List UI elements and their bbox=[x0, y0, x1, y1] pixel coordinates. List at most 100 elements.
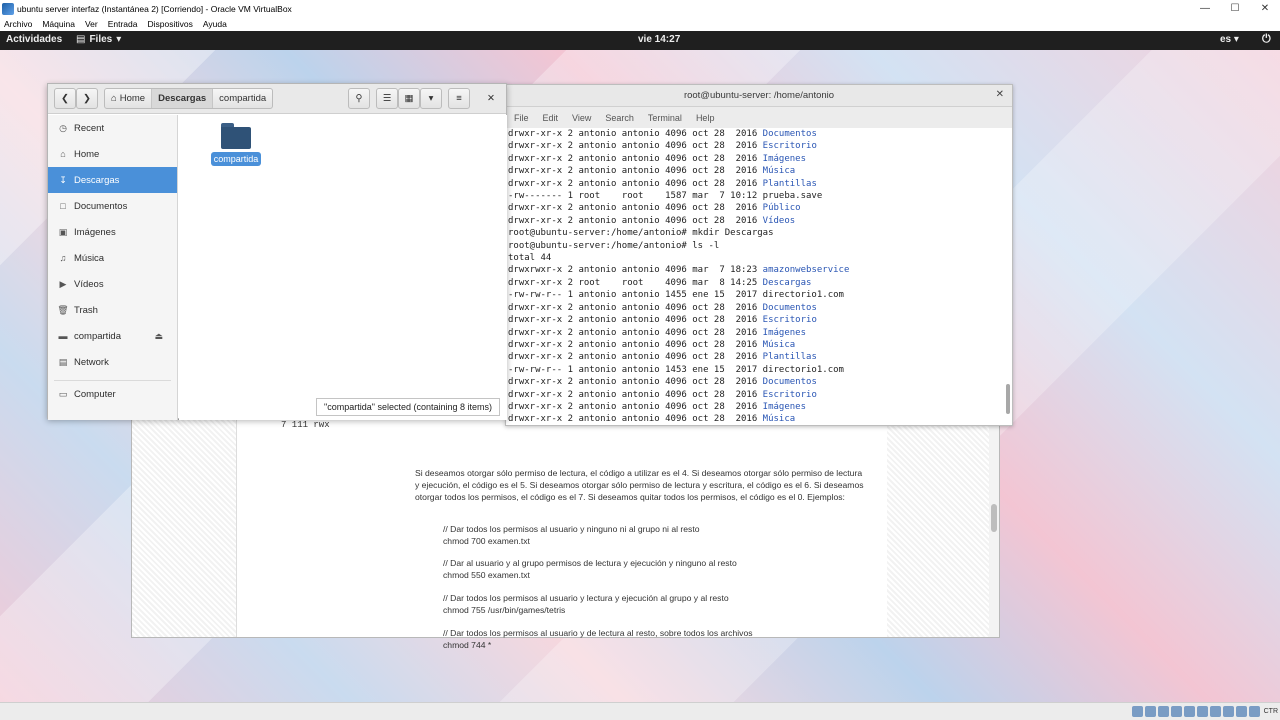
terminal-dir-name: Público bbox=[762, 203, 801, 214]
breadcrumb-compartida[interactable]: compartida bbox=[213, 89, 272, 108]
terminal-line-text: drwxr-xr-x 2 antonio antonio 4096 oct 28… bbox=[508, 352, 763, 363]
menu-terminal[interactable]: Terminal bbox=[648, 113, 682, 123]
document-icon: □ bbox=[60, 201, 66, 211]
files-headerbar: ❮ ❯ ⌂ Home Descargas compartida ⚲ ☰ ▦ ▾ ≡… bbox=[48, 84, 506, 114]
terminal-line: drwxr-xr-x 2 antonio antonio 4096 oct 28… bbox=[508, 389, 1000, 401]
home-icon: ⌂ bbox=[60, 149, 66, 159]
activities-button[interactable]: Actividades bbox=[6, 34, 62, 45]
back-button[interactable]: ❮ bbox=[54, 88, 76, 109]
close-icon[interactable]: ✕ bbox=[1250, 0, 1280, 17]
terminal-line-text: drwxr-xr-x 2 antonio antonio 4096 oct 28… bbox=[508, 401, 763, 412]
files-app-icon: ▤ bbox=[76, 34, 86, 45]
terminal-line: drwxr-xr-x 2 antonio antonio 4096 oct 28… bbox=[508, 128, 1000, 140]
chevron-down-icon: ▾ bbox=[116, 34, 122, 45]
terminal-scroll-thumb[interactable] bbox=[1006, 384, 1010, 414]
sidebar-item-trash[interactable]: 🗑 Trash bbox=[48, 297, 177, 323]
sidebar-item-documentos[interactable]: □ Documentos bbox=[48, 193, 177, 219]
menu-maquina[interactable]: Máquina bbox=[42, 19, 75, 29]
audio-icon[interactable] bbox=[1157, 706, 1169, 717]
sidebar-item-imagenes[interactable]: ▣ Imágenes bbox=[48, 219, 177, 245]
menu-file[interactable]: File bbox=[514, 113, 529, 123]
grid-view-button[interactable]: ▦ bbox=[398, 88, 420, 109]
terminal-line: drwxr-xr-x 2 antonio antonio 4096 oct 28… bbox=[508, 413, 1000, 425]
maximize-icon[interactable]: ☐ bbox=[1220, 0, 1250, 17]
sidebar-item-musica[interactable]: ♫ Música bbox=[48, 245, 177, 271]
list-view-button[interactable]: ☰ bbox=[376, 88, 398, 109]
files-content-area[interactable]: compartida "compartida" selected (contai… bbox=[179, 115, 507, 420]
minimize-icon[interactable]: — bbox=[1190, 0, 1220, 17]
mouse-integration-icon[interactable] bbox=[1248, 706, 1260, 717]
sidebar-item-descargas[interactable]: ↧ Descargas bbox=[48, 167, 177, 193]
menu-view[interactable]: View bbox=[572, 113, 591, 123]
terminal-dir-name: Imágenes bbox=[762, 327, 807, 338]
document-scroll-thumb[interactable] bbox=[991, 504, 997, 532]
terminal-dir-name: Escritorio bbox=[762, 141, 817, 152]
breadcrumb-descargas[interactable]: Descargas bbox=[152, 89, 214, 108]
terminal-line-text: -rw-rw-r-- 1 antonio antonio 1455 ene 15… bbox=[508, 290, 844, 301]
sidebar-item-label: Vídeos bbox=[74, 278, 104, 290]
terminal-line: drwxr-xr-x 2 antonio antonio 4096 oct 28… bbox=[508, 314, 1000, 326]
terminal-output[interactable]: drwxr-xr-x 2 antonio antonio 4096 oct 28… bbox=[508, 128, 1000, 426]
menu-dispositivos[interactable]: Dispositivos bbox=[148, 19, 193, 29]
search-icon: ⚲ bbox=[355, 93, 363, 104]
menu-ver[interactable]: Ver bbox=[85, 19, 98, 29]
sidebar-item-compartida[interactable]: ▬ compartida ⏏ bbox=[48, 323, 177, 349]
eject-icon[interactable]: ⏏ bbox=[154, 331, 163, 342]
sidebar-item-label: Imágenes bbox=[74, 226, 116, 238]
search-button[interactable]: ⚲ bbox=[348, 88, 370, 109]
example-block: // Dar al usuario y al grupo permisos de… bbox=[443, 557, 737, 581]
files-sidebar: ◷ Recent ⌂ Home ↧ Descargas □ Documentos ▣ Im… bbox=[48, 115, 178, 420]
close-icon[interactable]: ✕ bbox=[996, 89, 1004, 100]
sidebar-item-recent[interactable]: ◷ Recent bbox=[48, 115, 177, 141]
terminal-scrollbar[interactable] bbox=[1004, 130, 1010, 424]
menu-ayuda[interactable]: Ayuda bbox=[203, 19, 227, 29]
gnome-topbar: Actividades ▤ Files ▾ vie 14:27 es ▾ ⏻ bbox=[0, 31, 1280, 50]
terminal-line: drwxr-xr-x 2 root root 4096 mar 8 14:25 … bbox=[508, 277, 1000, 289]
guest-desktop: Actividades ▤ Files ▾ vie 14:27 es ▾ ⏻ 7… bbox=[0, 31, 1280, 702]
terminal-titlebar: root@ubuntu-server: /home/antonio ✕ bbox=[506, 85, 1012, 107]
terminal-line: drwxr-xr-x 2 antonio antonio 4096 oct 28… bbox=[508, 153, 1000, 165]
example-command: chmod 550 examen.txt bbox=[443, 570, 530, 580]
sidebar-item-computer[interactable]: ▭ Computer bbox=[48, 381, 177, 407]
folder-item[interactable]: compartida bbox=[207, 123, 265, 167]
terminal-line-text: drwxr-xr-x 2 antonio antonio 4096 oct 28… bbox=[508, 129, 763, 139]
example-block: // Dar todos los permisos al usuario y l… bbox=[443, 592, 729, 616]
menu-help[interactable]: Help bbox=[696, 113, 715, 123]
terminal-line-text: -rw-rw-r-- 1 antonio antonio 1453 ene 15… bbox=[508, 364, 844, 375]
network-icon[interactable] bbox=[1170, 706, 1182, 717]
app-menu-button[interactable]: ▤ Files ▾ bbox=[76, 34, 121, 45]
keyboard-layout[interactable]: es ▾ bbox=[1220, 34, 1239, 45]
optical-drive-icon[interactable] bbox=[1144, 706, 1156, 717]
usb-icon[interactable] bbox=[1183, 706, 1195, 717]
power-icon[interactable]: ⏻ bbox=[1262, 33, 1271, 46]
document-scrollbar[interactable] bbox=[989, 420, 999, 637]
sidebar-item-label: Computer bbox=[74, 388, 116, 400]
sidebar-item-network[interactable]: ▤ Network bbox=[48, 349, 177, 375]
drive-icon: ▬ bbox=[58, 331, 68, 341]
menu-edit[interactable]: Edit bbox=[543, 113, 559, 123]
terminal-dir-name: Imágenes bbox=[762, 153, 807, 164]
sidebar-item-videos[interactable]: ▶ Vídeos bbox=[48, 271, 177, 297]
menu-entrada[interactable]: Entrada bbox=[108, 19, 138, 29]
shared-folder-icon[interactable] bbox=[1196, 706, 1208, 717]
hdd-icon[interactable] bbox=[1131, 706, 1143, 717]
menu-button[interactable]: ≡ bbox=[448, 88, 470, 109]
sidebar-item-home[interactable]: ⌂ Home bbox=[48, 141, 177, 167]
cpu-icon[interactable] bbox=[1235, 706, 1247, 717]
capture-icon[interactable] bbox=[1222, 706, 1234, 717]
clock[interactable]: vie 14:27 bbox=[638, 34, 680, 45]
close-button[interactable]: ✕ bbox=[480, 88, 502, 109]
breadcrumb-home[interactable]: ⌂ Home bbox=[105, 89, 153, 108]
menu-search[interactable]: Search bbox=[605, 113, 634, 123]
list-view-icon: ☰ bbox=[382, 93, 392, 104]
view-options-button[interactable]: ▾ bbox=[420, 88, 442, 109]
terminal-dir-name: Vídeos bbox=[762, 215, 796, 226]
menu-archivo[interactable]: Archivo bbox=[4, 19, 32, 29]
display-icon[interactable] bbox=[1209, 706, 1221, 717]
terminal-line-text: total 44 bbox=[508, 253, 552, 264]
grid-view-icon: ▦ bbox=[404, 93, 414, 104]
forward-button[interactable]: ❯ bbox=[76, 88, 98, 109]
terminal-line: drwxr-xr-x 2 antonio antonio 4096 oct 28… bbox=[508, 376, 1000, 388]
close-icon: ✕ bbox=[487, 93, 495, 104]
terminal-dir-name: amazonwebservice bbox=[762, 265, 850, 276]
